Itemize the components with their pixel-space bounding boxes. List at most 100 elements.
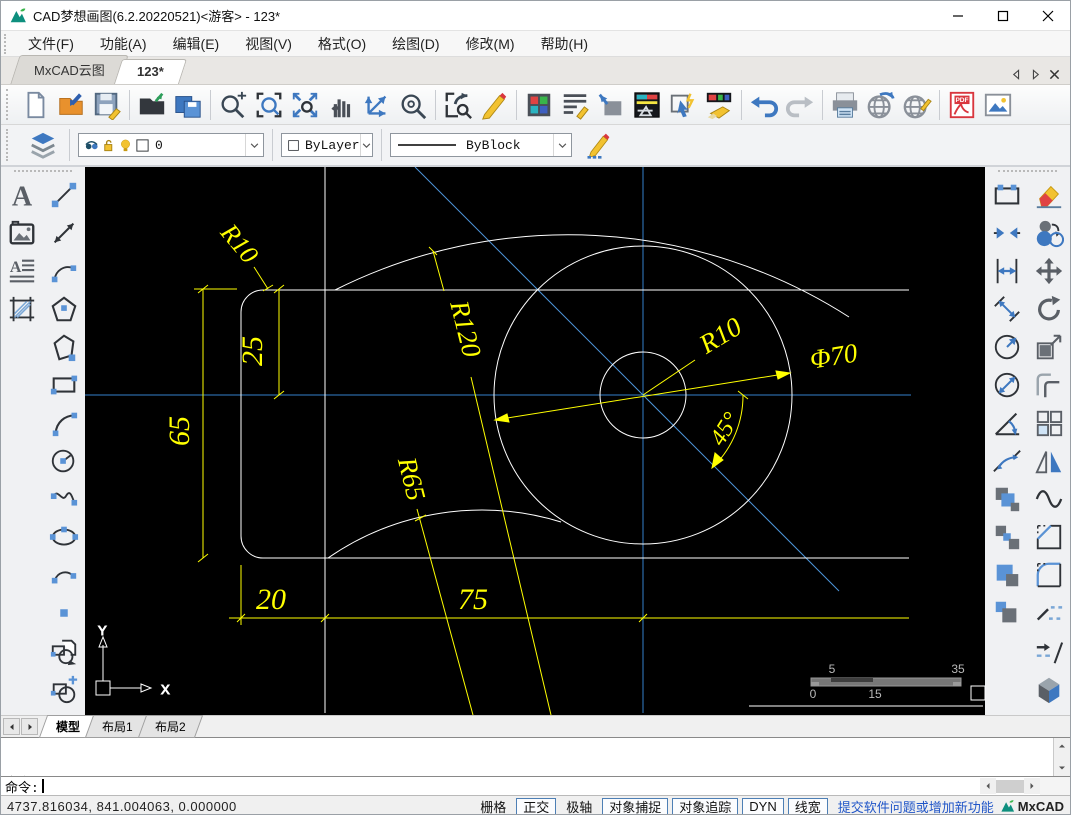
break-button[interactable] xyxy=(1030,594,1068,632)
undo-button[interactable] xyxy=(746,87,782,123)
status-toggle-6[interactable]: 线宽 xyxy=(787,798,828,814)
draw-spline-button[interactable] xyxy=(45,480,83,518)
zoom-extents-button[interactable] xyxy=(287,87,323,123)
export-pdf-button[interactable]: PDF xyxy=(944,87,980,123)
match-properties-button[interactable] xyxy=(701,87,737,123)
draw-hatch-button[interactable] xyxy=(3,290,41,328)
dim-radius-button[interactable] xyxy=(988,328,1026,366)
scale-down-button[interactable] xyxy=(988,594,1026,632)
color-select[interactable]: ByLayer xyxy=(281,133,373,157)
drawing-canvas[interactable]: Y X 65 25 R10 R120 R65 R10 Φ70 45° 20 75… xyxy=(84,167,986,715)
block-create-button[interactable] xyxy=(45,670,83,708)
view-previous-button[interactable] xyxy=(440,87,476,123)
layout-prev-button[interactable] xyxy=(3,718,20,735)
command-vscrollbar[interactable] xyxy=(1053,738,1070,776)
publish-web-button[interactable] xyxy=(863,87,899,123)
status-toggle-3[interactable]: 对象捕捉 xyxy=(602,798,669,814)
dim-aligned-button[interactable] xyxy=(988,252,1026,290)
stretch-b-button[interactable] xyxy=(988,518,1026,556)
linetype-dropdown-arrow[interactable] xyxy=(553,134,571,156)
menu-item-2[interactable]: 编辑(E) xyxy=(160,32,233,56)
open-project-button[interactable] xyxy=(53,87,89,123)
status-toggle-4[interactable]: 对象追踪 xyxy=(672,798,739,814)
feedback-link[interactable]: 提交软件问题或增加新功能 xyxy=(838,797,994,814)
menu-item-6[interactable]: 修改(M) xyxy=(453,32,528,56)
save-file-button[interactable] xyxy=(89,87,125,123)
status-toggle-2[interactable]: 极轴 xyxy=(560,798,598,814)
draw-arc-2-button[interactable] xyxy=(45,556,83,594)
menubar-grip[interactable] xyxy=(4,33,9,54)
pan-button[interactable] xyxy=(323,87,359,123)
scale-button[interactable] xyxy=(1030,328,1068,366)
layer-select[interactable]: 0 xyxy=(78,133,264,157)
layer-manager-button[interactable] xyxy=(629,87,665,123)
scroll-left-button[interactable] xyxy=(980,778,996,794)
break-at-point-button[interactable] xyxy=(988,214,1026,252)
layer-dropdown-arrow[interactable] xyxy=(245,134,263,156)
draw-polygon-button[interactable] xyxy=(45,290,83,328)
erase-button[interactable] xyxy=(1030,176,1068,214)
scroll-up-button[interactable] xyxy=(1054,738,1070,754)
redo-button[interactable] xyxy=(782,87,818,123)
draw-order-button[interactable] xyxy=(580,127,616,163)
web-update-button[interactable] xyxy=(899,87,935,123)
copy-button[interactable] xyxy=(1030,214,1068,252)
scroll-right-button[interactable] xyxy=(1024,778,1040,794)
draw-text-button[interactable]: A xyxy=(3,176,41,214)
quick-select-button[interactable] xyxy=(665,87,701,123)
document-tab-1[interactable]: 123* xyxy=(113,59,187,84)
tab-scroll-left-button[interactable] xyxy=(1011,69,1022,80)
draw-spline-arc-button[interactable] xyxy=(45,404,83,442)
draw-pencil-button[interactable] xyxy=(476,87,512,123)
menu-item-4[interactable]: 格式(O) xyxy=(305,32,379,56)
menu-item-0[interactable]: 文件(F) xyxy=(15,32,87,56)
insert-image-button[interactable] xyxy=(3,214,41,252)
status-toggle-1[interactable]: 正交 xyxy=(516,798,557,814)
menu-item-1[interactable]: 功能(A) xyxy=(87,32,160,56)
draw-line-button[interactable] xyxy=(45,176,83,214)
rotate-button[interactable] xyxy=(1030,290,1068,328)
draw-mtext-button[interactable]: A xyxy=(3,252,41,290)
draw-arc-button[interactable] xyxy=(45,252,83,290)
zoom-center-button[interactable] xyxy=(395,87,431,123)
edit-spline-button[interactable] xyxy=(1030,480,1068,518)
command-history[interactable]: 命令: _Draw2LineAngularDimension 选择直线段1: 选… xyxy=(1,737,1070,777)
text-style-button[interactable] xyxy=(557,87,593,123)
propsbar-grip[interactable] xyxy=(6,129,11,161)
linetype-select[interactable]: ByBlock xyxy=(390,133,572,157)
color-dropdown-arrow[interactable] xyxy=(359,134,372,156)
zoom-dynamic-button[interactable] xyxy=(215,87,251,123)
tab-close-button[interactable] xyxy=(1049,69,1060,80)
scale-up-button[interactable] xyxy=(988,556,1026,594)
menu-item-5[interactable]: 绘图(D) xyxy=(379,32,452,56)
command-input-row[interactable]: 命令: xyxy=(1,777,1070,796)
draw-point-button[interactable] xyxy=(45,594,83,632)
construction-line-button[interactable] xyxy=(45,214,83,252)
explode-button[interactable] xyxy=(1030,670,1068,708)
scroll-down-button[interactable] xyxy=(1054,760,1070,776)
insert-box-button[interactable] xyxy=(593,87,629,123)
right-panel-grip[interactable] xyxy=(997,170,1058,174)
dim-diameter-button[interactable] xyxy=(988,366,1026,404)
dim-arc-length-button[interactable] xyxy=(988,442,1026,480)
export-image-button[interactable] xyxy=(980,87,1016,123)
print-button[interactable] xyxy=(827,87,863,123)
join-button[interactable] xyxy=(1030,632,1068,670)
command-hscrollbar[interactable] xyxy=(980,777,1070,795)
draw-ellipse-button[interactable] xyxy=(45,518,83,556)
layout-tab-2[interactable]: 布局2 xyxy=(137,715,203,738)
fillet-button[interactable] xyxy=(1030,556,1068,594)
zoom-window-button[interactable] xyxy=(251,87,287,123)
menu-item-3[interactable]: 视图(V) xyxy=(232,32,305,56)
array-button[interactable] xyxy=(1030,404,1068,442)
draw-rectangle-button[interactable] xyxy=(45,366,83,404)
maximize-button[interactable] xyxy=(980,1,1025,30)
menu-item-7[interactable]: 帮助(H) xyxy=(528,32,601,56)
layout-next-button[interactable] xyxy=(21,718,38,735)
mirror-button[interactable] xyxy=(1030,442,1068,480)
hscroll-thumb[interactable] xyxy=(996,779,1024,793)
toolbar-grip[interactable] xyxy=(6,88,11,121)
status-toggle-0[interactable]: 栅格 xyxy=(474,798,512,814)
draw-polyline-button[interactable] xyxy=(45,328,83,366)
layer-manager-button[interactable] xyxy=(25,127,61,163)
